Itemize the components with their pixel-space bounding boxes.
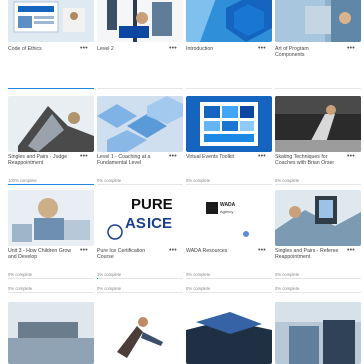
course-thumbnail[interactable] bbox=[8, 190, 94, 246]
progress-label: 0% complete bbox=[97, 178, 122, 183]
progress-label: 1% complete bbox=[97, 272, 122, 277]
course-thumbnail-image bbox=[97, 302, 183, 364]
course-thumbnail-image bbox=[275, 0, 361, 42]
course-thumbnail-image bbox=[97, 0, 183, 42]
wada-logo bbox=[186, 190, 272, 246]
course-menu-icon[interactable]: ••• bbox=[347, 45, 355, 52]
course-menu-icon[interactable]: ••• bbox=[169, 247, 177, 254]
progress-strip bbox=[8, 88, 94, 92]
course-menu-icon[interactable]: ••• bbox=[347, 153, 355, 160]
progress-label: 0% complete bbox=[8, 272, 33, 277]
course-thumbnail-image bbox=[275, 96, 361, 152]
progress-label: 0% complete bbox=[275, 272, 300, 277]
pure-ice-word-ice: ICE bbox=[147, 215, 173, 232]
progress: 0% complete bbox=[275, 286, 361, 295]
course-thumbnail[interactable] bbox=[8, 96, 94, 152]
course-thumbnail[interactable] bbox=[8, 0, 94, 42]
course-thumbnail-image bbox=[275, 190, 361, 246]
course-title[interactable]: Singles and Pairs - Judge Reappointment bbox=[8, 154, 72, 166]
progress-label: 0% complete bbox=[186, 272, 211, 277]
pure-ice-prefix: AS bbox=[125, 215, 146, 232]
progress: 0% complete bbox=[186, 286, 272, 295]
course-title[interactable]: Introduction bbox=[186, 46, 250, 52]
course-title[interactable]: Level 2 bbox=[97, 46, 161, 52]
progress: 1% complete bbox=[97, 272, 183, 281]
course-title[interactable]: Singles and Pairs - Referee Reappointmen… bbox=[275, 248, 339, 260]
course-thumbnail-image bbox=[8, 190, 94, 246]
course-thumbnail[interactable] bbox=[97, 0, 183, 42]
course-thumbnail-image bbox=[186, 0, 272, 42]
course-menu-icon[interactable]: ••• bbox=[80, 153, 88, 160]
course-thumbnail-image bbox=[8, 0, 94, 42]
course-grid: Code of Ethics ••• Level 2 ••• Introduct… bbox=[0, 0, 364, 364]
progress-fill bbox=[97, 278, 98, 280]
wada-subtitle: Agency bbox=[220, 209, 234, 214]
course-thumbnail[interactable] bbox=[275, 0, 361, 42]
course-thumbnail[interactable] bbox=[186, 96, 272, 152]
course-title[interactable]: Art of Program Components bbox=[275, 46, 339, 58]
progress: 0% complete bbox=[97, 178, 183, 187]
course-menu-icon[interactable]: ••• bbox=[258, 153, 266, 160]
progress: 0% complete bbox=[97, 286, 183, 295]
progress: 0% complete bbox=[186, 272, 272, 281]
course-thumbnail-image bbox=[186, 96, 272, 152]
course-title[interactable]: Skating Techniques for Coaches with Bria… bbox=[275, 154, 339, 166]
course-thumbnail-image bbox=[97, 96, 183, 152]
progress-label: 0% complete bbox=[186, 286, 211, 291]
course-menu-icon[interactable]: ••• bbox=[258, 247, 266, 254]
progress-label: 100% complete bbox=[8, 178, 37, 183]
course-thumbnail-image bbox=[186, 302, 272, 364]
wada-title: WADA bbox=[220, 202, 236, 208]
course-thumbnail[interactable]: WADA Agency bbox=[186, 190, 272, 246]
progress-strip bbox=[186, 88, 272, 92]
course-menu-icon[interactable]: ••• bbox=[80, 247, 88, 254]
progress-label: 0% complete bbox=[8, 286, 33, 291]
course-title[interactable]: Unit 3 - How Children Grow and Develop bbox=[8, 248, 72, 260]
course-thumbnail-image bbox=[8, 96, 94, 152]
progress-strip bbox=[97, 88, 183, 92]
course-title[interactable]: Pure Ice Certification Course bbox=[97, 248, 161, 260]
course-thumbnail[interactable] bbox=[8, 302, 94, 364]
progress: 0% complete bbox=[186, 178, 272, 187]
progress: 0% complete bbox=[8, 272, 94, 281]
course-thumbnail[interactable] bbox=[275, 302, 361, 364]
progress-strip bbox=[275, 88, 361, 92]
course-thumbnail[interactable] bbox=[186, 0, 272, 42]
course-thumbnail[interactable]: PURE AS ICE bbox=[97, 190, 183, 246]
course-thumbnail-image bbox=[8, 302, 94, 364]
course-title[interactable]: Level 1 - Coaching at a Fundamental Leve… bbox=[97, 154, 161, 166]
course-thumbnail[interactable] bbox=[97, 302, 183, 364]
course-title[interactable]: WADA Resources bbox=[186, 248, 250, 254]
progress-fill bbox=[8, 184, 94, 186]
progress: 100% complete bbox=[8, 178, 94, 187]
progress-label: 0% complete bbox=[186, 178, 211, 183]
course-title[interactable]: Virtual Events Toolkit bbox=[186, 154, 250, 160]
progress-label: 0% complete bbox=[97, 286, 122, 291]
progress: 0% complete bbox=[8, 286, 94, 295]
progress-label: 0% complete bbox=[275, 178, 300, 183]
progress: 0% complete bbox=[275, 272, 361, 281]
course-title[interactable]: Code of Ethics bbox=[8, 46, 72, 52]
pure-ice-word-pure: PURE bbox=[131, 196, 173, 213]
progress: 0% complete bbox=[275, 178, 361, 187]
course-thumbnail[interactable] bbox=[275, 96, 361, 152]
course-menu-icon[interactable]: ••• bbox=[169, 153, 177, 160]
course-thumbnail[interactable] bbox=[186, 302, 272, 364]
course-thumbnail-image bbox=[275, 302, 361, 364]
course-thumbnail[interactable] bbox=[275, 190, 361, 246]
course-thumbnail[interactable] bbox=[97, 96, 183, 152]
course-menu-icon[interactable]: ••• bbox=[258, 45, 266, 52]
course-menu-icon[interactable]: ••• bbox=[169, 45, 177, 52]
progress-label: 0% complete bbox=[275, 286, 300, 291]
course-menu-icon[interactable]: ••• bbox=[347, 247, 355, 254]
course-menu-icon[interactable]: ••• bbox=[80, 45, 88, 52]
